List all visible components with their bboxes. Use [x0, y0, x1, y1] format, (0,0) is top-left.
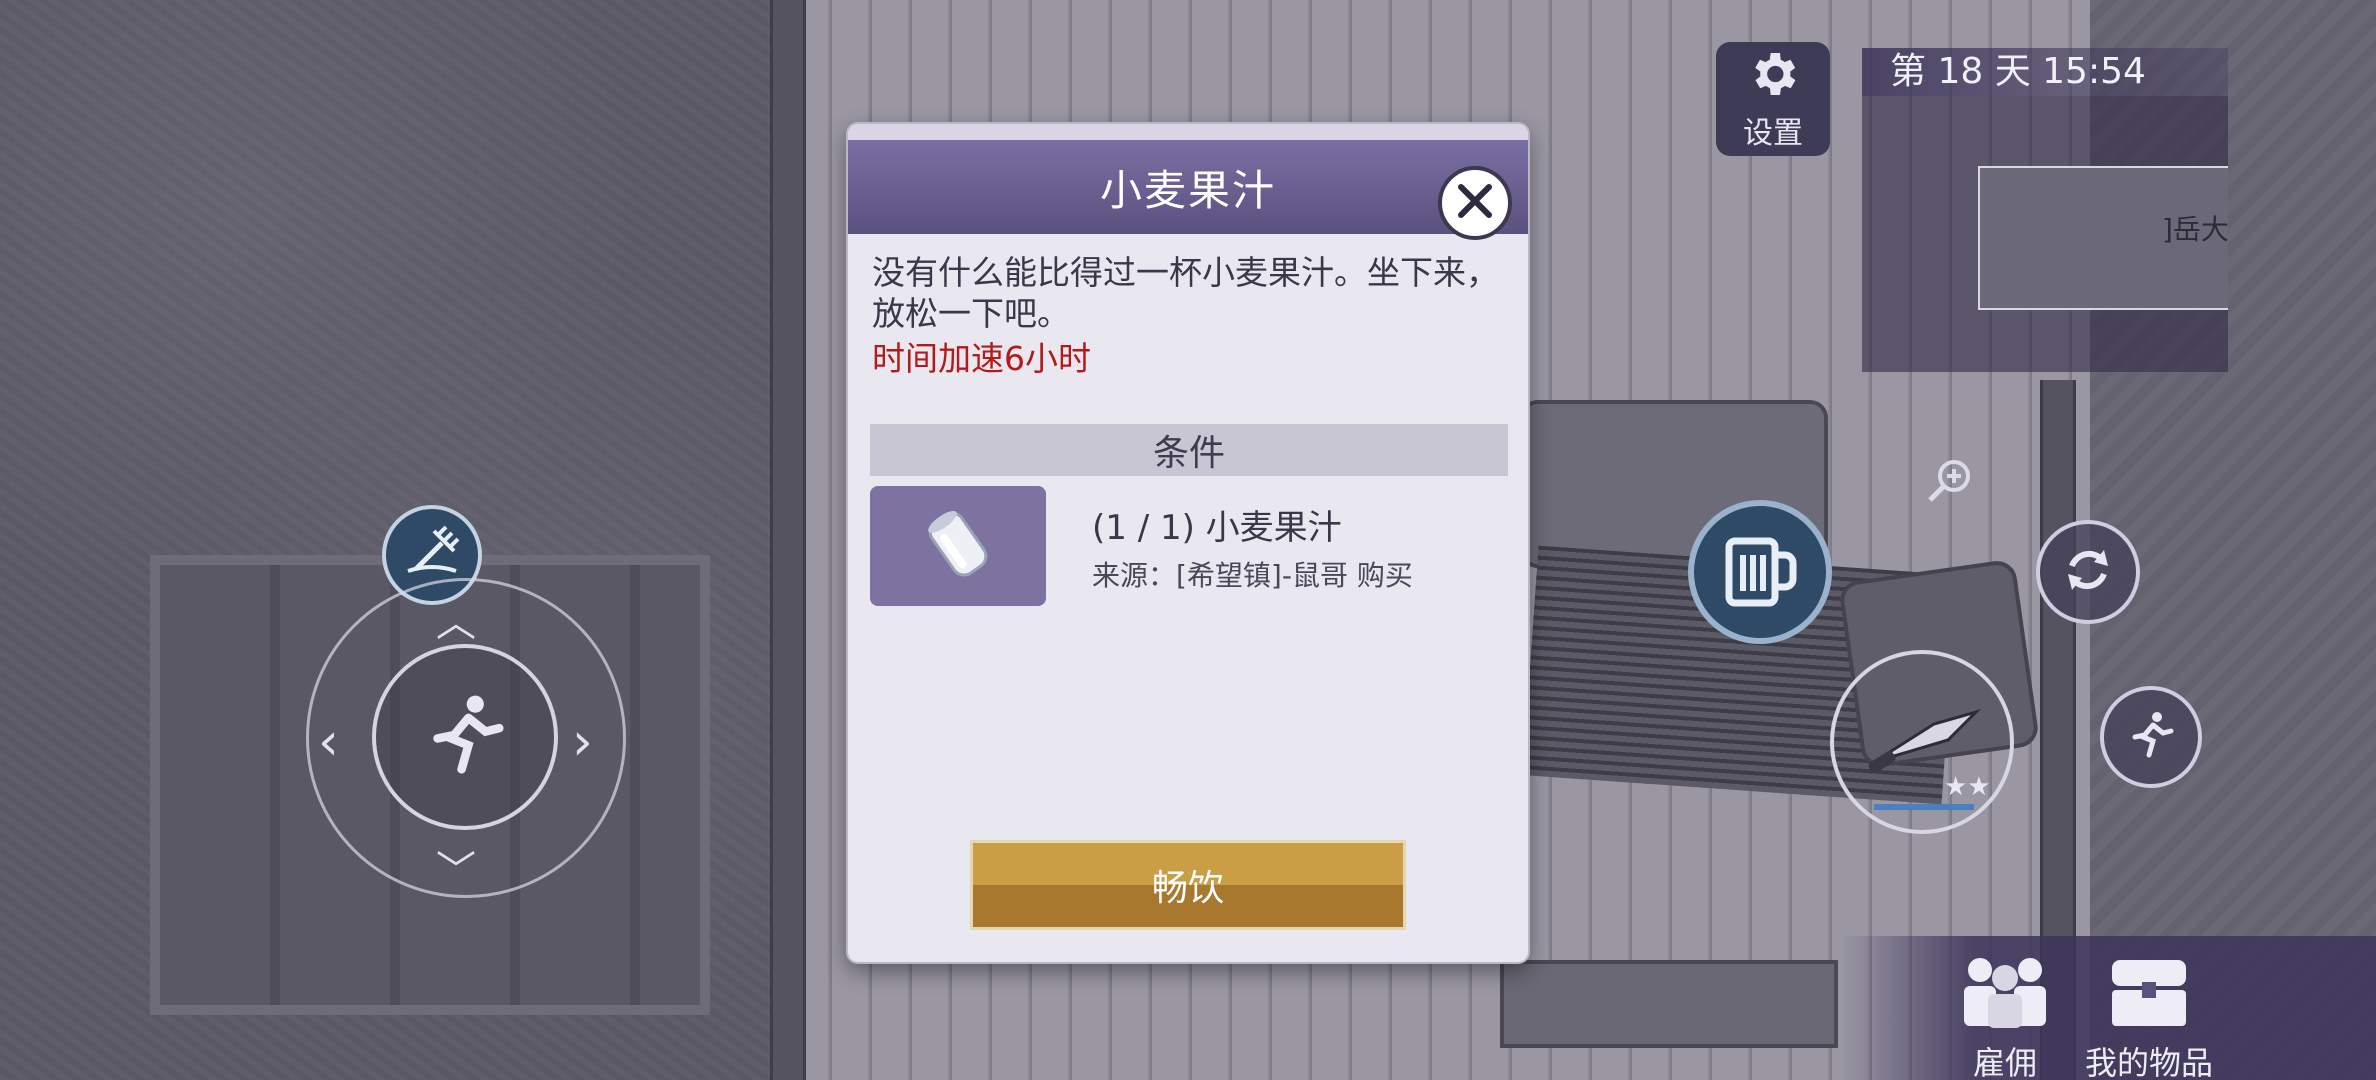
- gear-icon: [1745, 46, 1801, 106]
- game-screen: 设置 第 18 天 15:54 ]岳大刀 (4: [0, 0, 2376, 1080]
- menu-hire-label: 雇佣: [1972, 1044, 2037, 1080]
- treasure-chest-icon: [2094, 950, 2204, 1038]
- conditions-header: 条件: [870, 424, 1508, 476]
- menu-my-items[interactable]: 我的物品: [2085, 950, 2213, 1080]
- chevron-down-icon: ﹀: [436, 848, 476, 894]
- menu-my-items-label: 我的物品: [2085, 1044, 2214, 1080]
- item-source-text: 来源：[希望镇]-鼠哥 购买: [1092, 559, 1413, 592]
- close-icon: [1453, 179, 1497, 227]
- weapon-stars-icon: ★★: [1944, 772, 1991, 802]
- chevron-left-icon: ‹: [318, 712, 339, 772]
- house-wall: [770, 0, 806, 1080]
- sprint-button[interactable]: [2100, 686, 2202, 788]
- requirement-text: (1 / 1) 小麦果汁: [1092, 508, 1342, 548]
- people-group-icon: [1950, 950, 2060, 1038]
- rake-icon: [402, 523, 462, 587]
- settings-label: 设置: [1743, 116, 1803, 151]
- minimap-player-tag: ]岳大刀 (4: [2162, 213, 2228, 246]
- zoom-in-icon[interactable]: [1922, 452, 1978, 508]
- knife-icon: [1864, 704, 1984, 778]
- can-icon: [913, 499, 1003, 593]
- beer-mug-icon: [1715, 525, 1805, 619]
- bench: [1500, 960, 1838, 1048]
- switch-target-button[interactable]: [2036, 520, 2140, 624]
- menu-hire[interactable]: 雇佣: [1950, 950, 2060, 1080]
- refresh-icon: [2058, 540, 2118, 604]
- dialog-header: 小麦果汁: [848, 124, 1528, 240]
- close-button[interactable]: [1438, 166, 1512, 240]
- required-item-slot[interactable]: [870, 486, 1046, 606]
- running-man-icon: [417, 687, 513, 787]
- dialog-title: 小麦果汁: [1099, 165, 1276, 215]
- joystick-knob[interactable]: [372, 644, 558, 830]
- day-time-display: 第 18 天 15:54: [1862, 48, 2228, 96]
- bottom-menu: 雇佣 我的物品: [1840, 936, 2376, 1080]
- weapon-slot[interactable]: ★★: [1830, 650, 2014, 834]
- effect-text: 时间加速6小时: [872, 339, 1091, 378]
- running-man-icon: [2123, 707, 2179, 767]
- item-description: 没有什么能比得过一杯小麦果汁。坐下来，放松一下吧。: [872, 253, 1499, 333]
- drink-button[interactable]: 畅饮: [970, 840, 1406, 930]
- chevron-right-icon: ›: [572, 712, 593, 772]
- drink-action-button[interactable]: [1688, 500, 1832, 644]
- chevron-up-icon: ︿: [436, 600, 476, 646]
- settings-button[interactable]: 设置: [1716, 42, 1830, 156]
- item-use-dialog: 小麦果汁 没有什么能比得过一杯小麦果汁。坐下来，放松一下吧。 时间加速6小时 条…: [848, 124, 1528, 962]
- weapon-durability-bar: [1874, 804, 1974, 810]
- minimap[interactable]: ]岳大刀 (4: [1862, 96, 2228, 372]
